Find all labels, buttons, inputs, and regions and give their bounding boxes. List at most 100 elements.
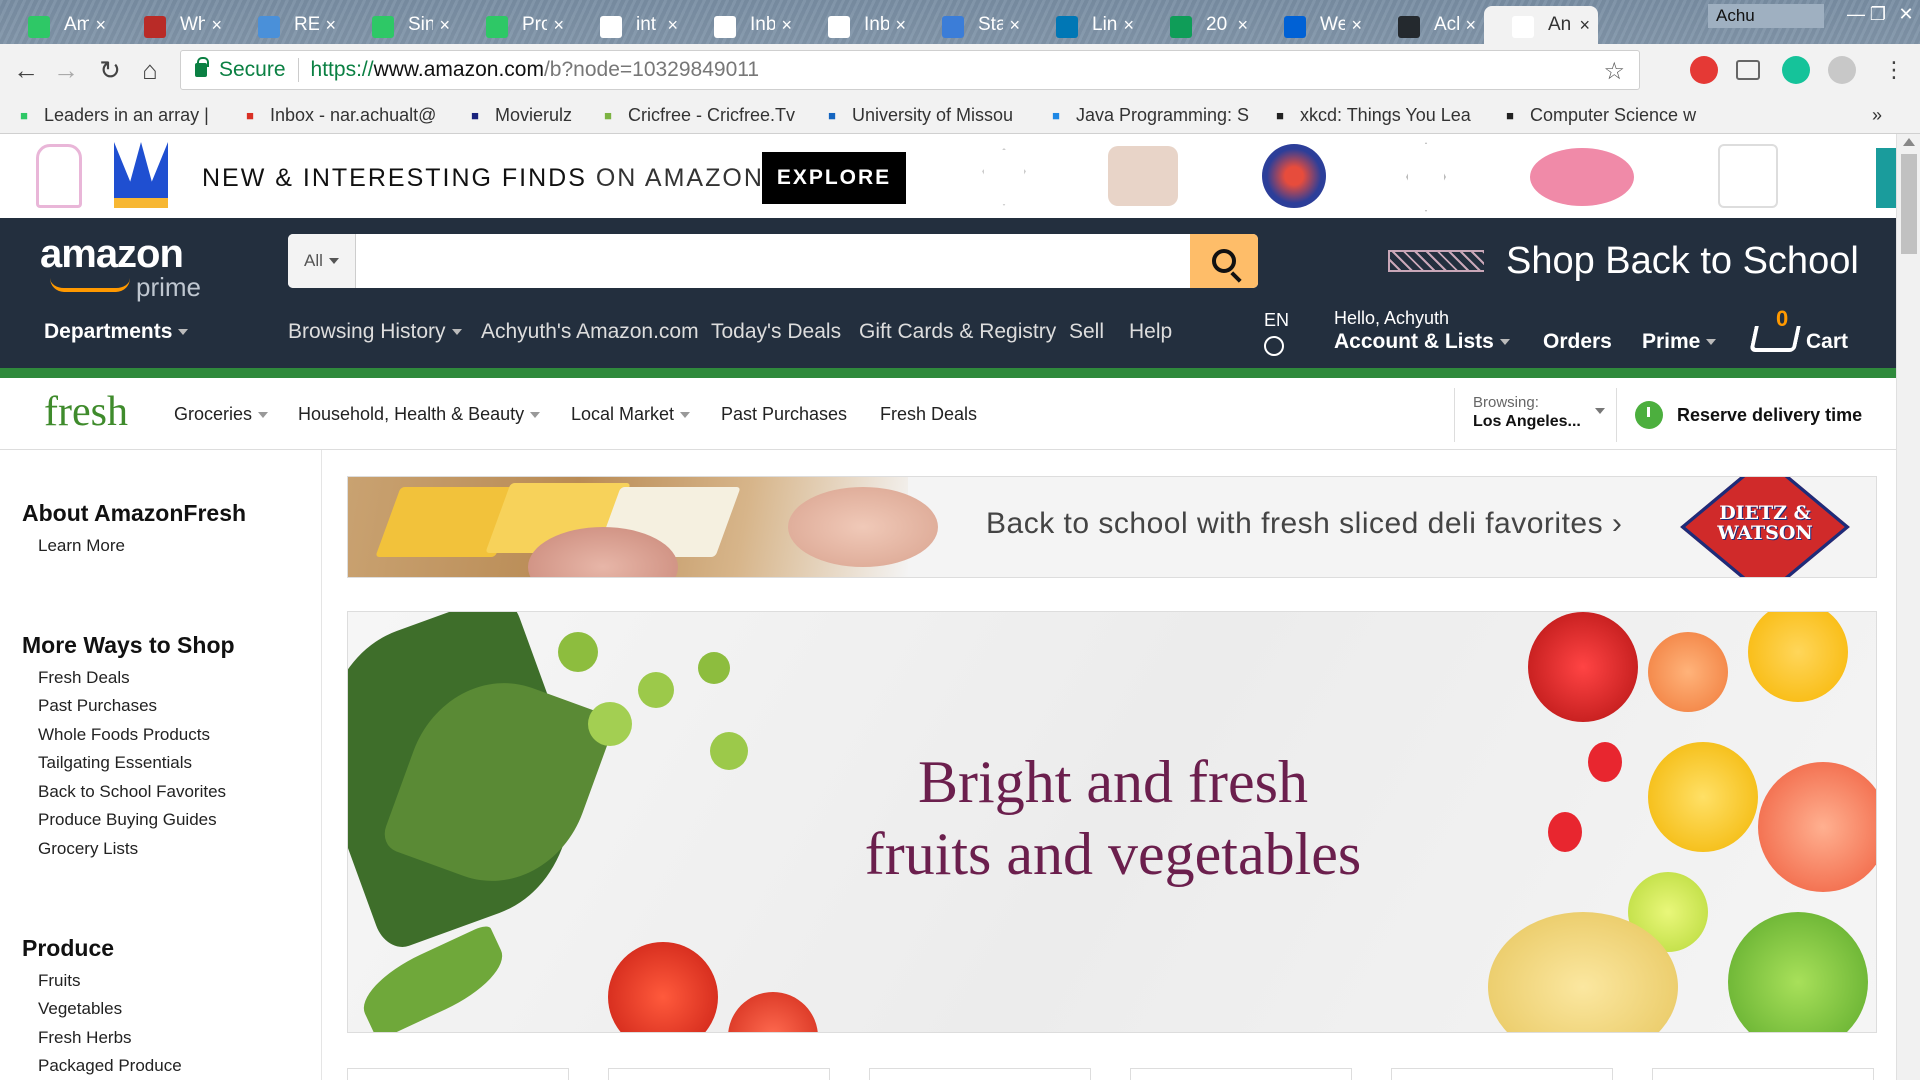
tab-close-icon[interactable]: × bbox=[895, 15, 906, 36]
todays-deals-link[interactable]: Today's Deals bbox=[711, 320, 841, 344]
browser-tab[interactable]: Sin × bbox=[344, 6, 458, 44]
extension-icon[interactable] bbox=[1828, 56, 1856, 84]
chrome-profile-button[interactable]: Achu bbox=[1708, 4, 1824, 28]
tab-close-icon[interactable]: × bbox=[1351, 15, 1362, 36]
planter-product-image[interactable] bbox=[982, 148, 1026, 206]
cart-link[interactable]: Cart bbox=[1806, 330, 1848, 354]
chrome-menu-icon[interactable]: ⋮ bbox=[1878, 54, 1910, 86]
home-icon[interactable]: ⌂ bbox=[134, 54, 166, 86]
shop-back-to-school-link[interactable]: Shop Back to School bbox=[1506, 240, 1859, 283]
groceries-menu[interactable]: Groceries bbox=[174, 404, 269, 425]
sidebar-link-vegetables[interactable]: Vegetables bbox=[38, 999, 122, 1019]
adblock-extension-icon[interactable] bbox=[1690, 56, 1718, 84]
category-tile[interactable] bbox=[1130, 1068, 1352, 1080]
past-purchases-link[interactable]: Past Purchases bbox=[721, 404, 847, 425]
sidebar-link-fresh-herbs[interactable]: Fresh Herbs bbox=[38, 1028, 132, 1048]
tab-close-icon[interactable]: × bbox=[325, 15, 336, 36]
my-amazon-link[interactable]: Achyuth's Amazon.com bbox=[481, 320, 699, 344]
browser-tab[interactable]: Pro × bbox=[458, 6, 572, 44]
browser-tab[interactable]: RE × bbox=[230, 6, 344, 44]
sidebar-link-produce-guides[interactable]: Produce Buying Guides bbox=[38, 810, 217, 830]
explore-button[interactable]: EXPLORE bbox=[762, 152, 906, 204]
close-window-button[interactable]: ✕ bbox=[1892, 0, 1920, 28]
tab-close-icon[interactable]: × bbox=[1009, 15, 1020, 36]
deli-banner[interactable]: Back to school with fresh sliced deli fa… bbox=[347, 476, 1877, 578]
sidebar-link-grocery-lists[interactable]: Grocery Lists bbox=[38, 839, 138, 859]
bookmark-item[interactable]: ■ Inbox - nar.achualt@ bbox=[240, 102, 450, 128]
search-category-dropdown[interactable]: All bbox=[288, 234, 356, 288]
chair-product-image[interactable] bbox=[36, 144, 82, 208]
tab-close-icon[interactable]: × bbox=[553, 15, 564, 36]
tab-close-icon[interactable]: × bbox=[211, 15, 222, 36]
mug-product-image[interactable] bbox=[1108, 146, 1178, 206]
fresh-logo[interactable]: fresh bbox=[44, 388, 128, 436]
tab-close-icon[interactable]: × bbox=[781, 15, 792, 36]
browser-tab[interactable]: Sta × bbox=[914, 6, 1028, 44]
help-link[interactable]: Help bbox=[1129, 320, 1172, 344]
account-lists-menu[interactable]: Account & Lists bbox=[1334, 330, 1510, 354]
sidebar-link-fruits[interactable]: Fruits bbox=[38, 971, 81, 991]
forward-arrow-icon[interactable]: → bbox=[50, 54, 82, 86]
back-arrow-icon[interactable]: ← bbox=[10, 54, 42, 86]
bookmark-item[interactable]: ■ Cricfree - Cricfree.Tv bbox=[598, 102, 808, 128]
browser-tab[interactable]: Acl × bbox=[1370, 6, 1484, 44]
tab-close-icon[interactable]: × bbox=[1465, 15, 1476, 36]
tab-close-icon[interactable]: × bbox=[1123, 15, 1134, 36]
dietz-watson-logo[interactable]: DIETZ & WATSON bbox=[1680, 477, 1850, 577]
bookmark-star-icon[interactable]: ☆ bbox=[1603, 57, 1625, 86]
deli-banner-text[interactable]: Back to school with fresh sliced deli fa… bbox=[986, 507, 1622, 541]
scroll-up-arrow-icon[interactable] bbox=[1903, 138, 1915, 146]
reload-icon[interactable]: ↻ bbox=[94, 54, 126, 86]
restore-button[interactable]: ❐ bbox=[1868, 0, 1888, 28]
category-tile[interactable] bbox=[347, 1068, 569, 1080]
local-market-menu[interactable]: Local Market bbox=[571, 404, 691, 425]
fruits-vegetables-hero[interactable]: Bright and fresh fruits and vegetables bbox=[347, 611, 1877, 1033]
orders-link[interactable]: Orders bbox=[1543, 330, 1612, 354]
bookmark-item[interactable]: ■ xkcd: Things You Lea bbox=[1270, 102, 1485, 128]
bookmarks-overflow-button[interactable]: » bbox=[1872, 102, 1882, 128]
search-button[interactable] bbox=[1190, 234, 1258, 288]
cart-icon[interactable] bbox=[1749, 326, 1801, 352]
category-tile[interactable] bbox=[869, 1068, 1091, 1080]
fox-mug-product-image[interactable] bbox=[1718, 144, 1778, 208]
browser-tab[interactable]: Inb × bbox=[686, 6, 800, 44]
badge-product-image[interactable] bbox=[1262, 144, 1326, 208]
browser-tab[interactable]: Inb × bbox=[800, 6, 914, 44]
sidebar-link-fresh-deals[interactable]: Fresh Deals bbox=[38, 668, 130, 688]
bookmark-item[interactable]: ■ University of Missou bbox=[822, 102, 1032, 128]
browser-tab[interactable]: Wh × bbox=[116, 6, 230, 44]
tab-close-icon[interactable]: × bbox=[439, 15, 450, 36]
reserve-delivery-button[interactable]: Reserve delivery time bbox=[1616, 388, 1876, 442]
sidebar-link-tailgating[interactable]: Tailgating Essentials bbox=[38, 753, 192, 773]
scroll-thumb[interactable] bbox=[1901, 154, 1917, 254]
cast-icon[interactable] bbox=[1736, 60, 1760, 80]
bookmark-item[interactable]: ■ Movierulz bbox=[465, 102, 585, 128]
browser-tab[interactable]: We × bbox=[1256, 6, 1370, 44]
address-bar[interactable]: Secure https:// www.amazon.com /b?node=1… bbox=[180, 50, 1640, 90]
hello-greeting[interactable]: Hello, Achyuth bbox=[1334, 308, 1449, 329]
browser-tab[interactable]: 20 × bbox=[1142, 6, 1256, 44]
browser-tab[interactable]: int × bbox=[572, 6, 686, 44]
language-selector[interactable]: EN bbox=[1264, 310, 1289, 331]
sidebar-link-past-purchases[interactable]: Past Purchases bbox=[38, 696, 157, 716]
tab-close-icon[interactable]: × bbox=[95, 15, 106, 36]
category-tile[interactable] bbox=[608, 1068, 830, 1080]
gift-cards-link[interactable]: Gift Cards & Registry bbox=[859, 320, 1056, 344]
macaron-product-image[interactable] bbox=[1530, 148, 1634, 206]
bookmark-item[interactable]: ■ Leaders in an array | bbox=[14, 102, 224, 128]
search-input[interactable] bbox=[356, 234, 1188, 288]
sidebar-link-whole-foods[interactable]: Whole Foods Products bbox=[38, 725, 210, 745]
grammarly-extension-icon[interactable] bbox=[1782, 56, 1810, 84]
browsing-history-menu[interactable]: Browsing History bbox=[288, 320, 462, 344]
rainbow-product-image[interactable] bbox=[114, 142, 168, 208]
page-scrollbar[interactable] bbox=[1896, 134, 1920, 1080]
category-tile[interactable] bbox=[1391, 1068, 1613, 1080]
tab-close-icon[interactable]: × bbox=[667, 15, 678, 36]
teal-product-image[interactable] bbox=[1876, 148, 1896, 208]
household-health-beauty-menu[interactable]: Household, Health & Beauty bbox=[298, 404, 541, 425]
terrarium-product-image[interactable] bbox=[1406, 142, 1446, 212]
sidebar-link-back-to-school[interactable]: Back to School Favorites bbox=[38, 782, 226, 802]
prime-menu[interactable]: Prime bbox=[1642, 330, 1717, 354]
bookmark-item[interactable]: ■ Computer Science w bbox=[1500, 102, 1705, 128]
departments-menu[interactable]: Departments bbox=[44, 320, 189, 344]
